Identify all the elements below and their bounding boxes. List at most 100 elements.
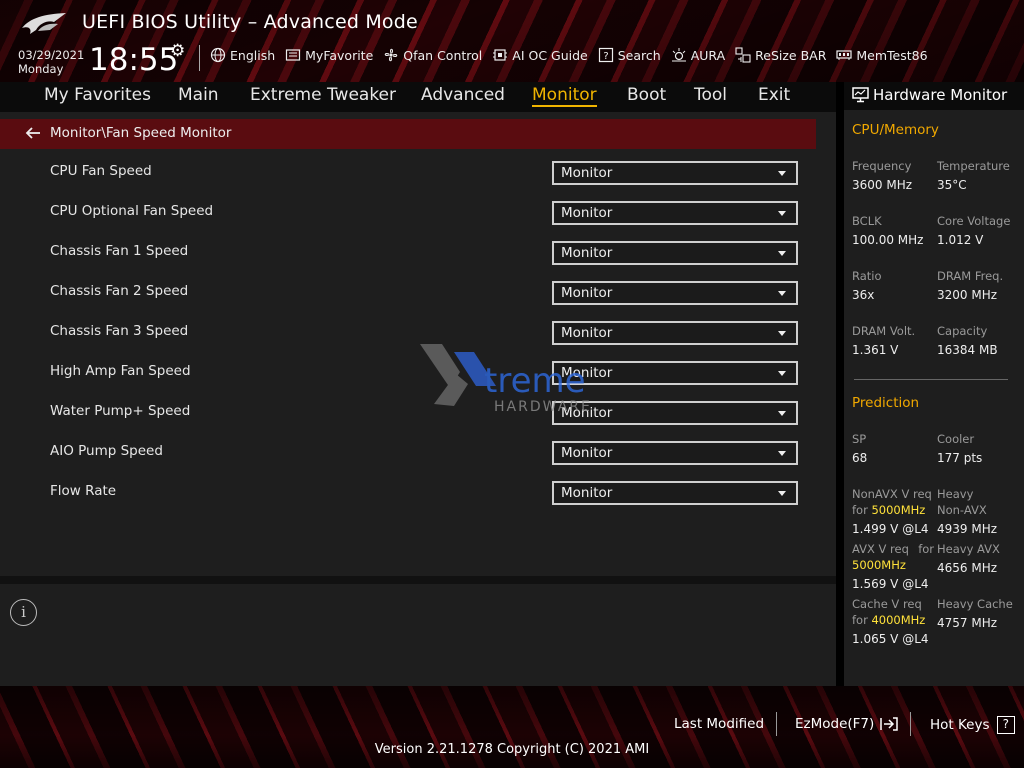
setting-label: Chassis Fan 1 Speed: [50, 243, 189, 259]
dram-volt-value: 1.361 V: [852, 343, 899, 357]
qfan-control-button[interactable]: Qfan Control: [383, 47, 482, 63]
gear-icon[interactable]: ⚙: [170, 41, 185, 61]
select-value: Monitor: [561, 325, 613, 341]
select-value: Monitor: [561, 285, 613, 301]
cache-vreq-line1: Cache V req: [852, 597, 922, 611]
ezmode-button[interactable]: EzMode(F7): [795, 716, 899, 732]
panel-divider: [836, 82, 844, 686]
tab-main[interactable]: Main: [178, 85, 219, 105]
rog-logo-icon: [22, 13, 66, 34]
setting-label: AIO Pump Speed: [50, 443, 163, 459]
ratio-value: 36x: [852, 288, 875, 302]
hardware-monitor-panel: Hardware Monitor CPU/Memory Frequency 36…: [844, 82, 1024, 686]
setting-label: Water Pump+ Speed: [50, 403, 191, 419]
exit-to-ezmode-icon: [879, 717, 898, 731]
cache-vreq-value: 1.065 V @L4: [852, 632, 929, 646]
monitor-icon: [852, 87, 869, 103]
last-modified-button[interactable]: Last Modified: [674, 716, 764, 732]
breadcrumb-path: Monitor\Fan Speed Monitor: [50, 125, 232, 141]
chassis-fan-2-speed-select[interactable]: Monitor: [552, 281, 798, 305]
cooler-value: 177 pts: [937, 451, 983, 465]
back-arrow-icon[interactable]: [24, 124, 42, 142]
tab-extreme-tweaker[interactable]: Extreme Tweaker: [250, 85, 396, 105]
cooler-label: Cooler: [937, 432, 975, 446]
myfavorite-label: MyFavorite: [305, 47, 374, 63]
tab-monitor[interactable]: Monitor: [532, 85, 597, 107]
cpu-optional-fan-speed-select[interactable]: Monitor: [552, 201, 798, 225]
heavy-avx-value: 4656 MHz: [937, 561, 998, 575]
flow-rate-select[interactable]: Monitor: [552, 481, 798, 505]
prediction-section-title: Prediction: [852, 395, 920, 411]
cpu-memory-section-title: CPU/Memory: [852, 122, 939, 138]
version-text: Version 2.21.1278 Copyright (C) 2021 AMI: [374, 742, 650, 757]
header-bar: UEFI BIOS Utility – Advanced Mode 03/29/…: [0, 0, 1024, 82]
myfavorite-button[interactable]: MyFavorite: [285, 47, 373, 63]
help-icon: ?: [996, 716, 1015, 734]
select-value: Monitor: [561, 445, 613, 461]
memtest86-button[interactable]: MemTest86: [836, 47, 928, 63]
heavy-cache-label: Heavy Cache: [937, 597, 1013, 611]
ai-oc-icon: [493, 49, 508, 61]
chevron-down-icon: [778, 331, 786, 336]
capacity-value: 16384 MB: [937, 343, 998, 357]
cpu-fan-speed-select[interactable]: Monitor: [552, 161, 798, 185]
temperature-value: 35°C: [937, 178, 967, 192]
hardware-monitor-divider: [854, 379, 1008, 380]
temperature-label: Temperature: [937, 159, 1010, 173]
tab-exit[interactable]: Exit: [758, 85, 790, 105]
aio-pump-speed-select[interactable]: Monitor: [552, 441, 798, 465]
info-icon: i: [10, 599, 37, 626]
cache-target-mhz: 4000MHz: [871, 613, 926, 627]
select-value: Monitor: [561, 245, 613, 261]
cache-for-text: for: [852, 613, 868, 627]
avx-vreq-line1: AVX V req for: [852, 541, 934, 557]
cache-vreq-line2: for 4000MHz: [852, 612, 925, 628]
avx-vreq-label: AVX V req for 5000MHz: [852, 541, 934, 573]
fan-icon: [384, 48, 398, 62]
setting-label: CPU Optional Fan Speed: [50, 203, 214, 219]
language-label: English: [230, 47, 276, 63]
avx-target-mhz: 5000MHz: [852, 558, 906, 572]
chassis-fan-1-speed-select[interactable]: Monitor: [552, 241, 798, 265]
heavy-nonavx-line2: Non-AVX: [937, 503, 987, 517]
help-description-panel: i: [0, 584, 836, 686]
tab-tool[interactable]: Tool: [694, 85, 727, 105]
tab-boot[interactable]: Boot: [627, 85, 666, 105]
hardware-monitor-header: Hardware Monitor: [844, 82, 1024, 110]
chevron-down-icon: [778, 251, 786, 256]
search-button[interactable]: ? Search: [598, 47, 661, 63]
aura-button[interactable]: AURA: [671, 47, 725, 63]
bclk-label: BCLK: [852, 214, 882, 228]
footer-bar: Last Modified EzMode(F7) Hot Keys ? Vers…: [0, 686, 1024, 768]
chevron-down-icon: [778, 411, 786, 416]
tab-my-favorites[interactable]: My Favorites: [44, 85, 151, 105]
date-display: 03/29/2021 Monday: [18, 48, 84, 76]
frequency-label: Frequency: [852, 159, 912, 173]
qfan-label: Qfan Control: [403, 47, 483, 63]
search-help-icon: ?: [598, 47, 613, 63]
setting-label: High Amp Fan Speed: [50, 363, 191, 379]
capacity-label: Capacity: [937, 324, 988, 338]
chevron-down-icon: [778, 371, 786, 376]
dram-freq-value: 3200 MHz: [937, 288, 998, 302]
language-button[interactable]: English: [210, 47, 275, 63]
footer-divider: [776, 712, 777, 736]
hot-keys-label: Hot Keys: [930, 717, 990, 733]
chevron-down-icon: [778, 171, 786, 176]
memtest86-label: MemTest86: [856, 47, 928, 63]
hot-keys-button[interactable]: Hot Keys ?: [930, 716, 1015, 734]
chassis-fan-3-speed-select[interactable]: Monitor: [552, 321, 798, 345]
footer-divider: [910, 712, 911, 736]
tab-advanced[interactable]: Advanced: [421, 85, 505, 105]
avx-for-text: for: [918, 542, 934, 556]
resize-bar-button[interactable]: ReSize BAR: [735, 47, 826, 63]
sp-label: SP: [852, 432, 867, 446]
hardware-monitor-title: Hardware Monitor: [873, 86, 1008, 104]
ai-oc-guide-button[interactable]: AI OC Guide: [492, 47, 588, 63]
app-title: UEFI BIOS Utility – Advanced Mode: [82, 11, 418, 33]
header-divider: [199, 45, 200, 71]
core-voltage-label: Core Voltage: [937, 214, 1011, 228]
chevron-down-icon: [778, 491, 786, 496]
heavy-avx-label: Heavy AVX: [937, 542, 1000, 556]
dram-volt-label: DRAM Volt.: [852, 324, 916, 338]
